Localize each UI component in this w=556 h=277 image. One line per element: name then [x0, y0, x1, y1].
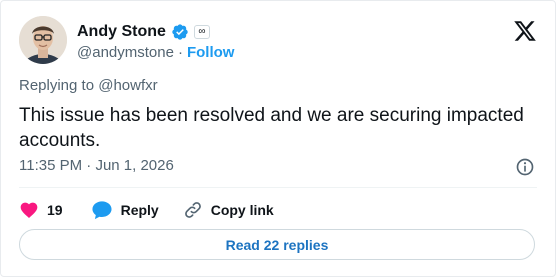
reply-button[interactable]: Reply: [91, 200, 159, 220]
reply-label: Reply: [120, 202, 159, 218]
action-bar: 19 Reply Copy link: [19, 198, 274, 222]
handle-separator: ·: [177, 44, 183, 61]
replying-to-line: Replying to @howfxr: [19, 77, 158, 94]
replying-to-prefix: Replying to: [19, 77, 95, 94]
tweet-time: 11:35 PM: [19, 157, 83, 174]
tweet-text: This issue has been resolved and we are …: [19, 105, 524, 151]
tweet-timestamp[interactable]: 11:35 PM · Jun 1, 2026: [19, 157, 174, 174]
speech-bubble-icon: [92, 201, 112, 220]
follow-button[interactable]: Follow: [187, 44, 235, 61]
tweet-card: Andy Stone ∞ @andymstone · Follow Replyi…: [0, 0, 556, 277]
affiliation-badge[interactable]: ∞: [193, 25, 210, 39]
author-name-row: Andy Stone ∞: [77, 21, 210, 43]
link-icon: [184, 202, 201, 218]
author-handle-row: @andymstone · Follow: [77, 44, 234, 61]
author-display-name[interactable]: Andy Stone: [77, 23, 166, 41]
author-avatar[interactable]: [19, 16, 67, 64]
replying-to-handle[interactable]: @howfxr: [98, 77, 157, 94]
like-button[interactable]: 19: [19, 200, 63, 220]
info-icon[interactable]: [515, 157, 535, 177]
author-handle[interactable]: @andymstone: [77, 44, 174, 61]
verified-badge-icon: [172, 24, 188, 40]
like-count: 19: [47, 202, 63, 218]
timestamp-separator: ·: [86, 157, 92, 174]
copy-link-label: Copy link: [210, 202, 274, 218]
tweet-date: Jun 1, 2026: [95, 157, 174, 174]
x-logo-icon[interactable]: [513, 19, 537, 43]
divider: [19, 187, 537, 188]
read-replies-button[interactable]: Read 22 replies: [19, 229, 535, 260]
avatar-portrait-icon: [19, 16, 67, 64]
tweet-header: Andy Stone ∞ @andymstone · Follow: [19, 16, 537, 66]
copy-link-button[interactable]: Copy link: [183, 200, 274, 220]
heart-icon: [20, 202, 38, 218]
